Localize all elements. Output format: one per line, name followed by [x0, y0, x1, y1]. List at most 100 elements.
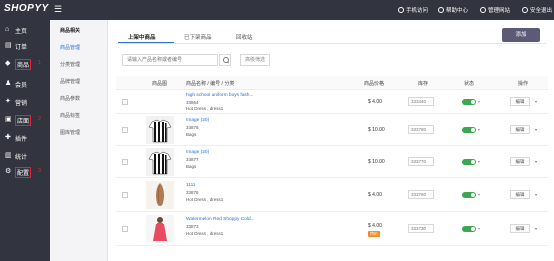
tab-unlisted-products[interactable]: 已下架商品 — [184, 33, 212, 41]
order-icon: ▤ — [5, 42, 12, 49]
chevron-down-icon[interactable]: ▾ — [535, 99, 537, 104]
product-name-link[interactable]: high school uniform boys fash... — [186, 93, 253, 98]
sidebar-item-members[interactable]: ♟ 会员 — [0, 76, 50, 92]
chevron-down-icon[interactable]: ▾ — [535, 159, 537, 164]
product-price: $ 10.00 — [368, 159, 385, 165]
sidebar: ⌂ 主页 ▤ 订单 ◆ 商品 1 ♟ 会员 ✦ 营销 ▣ 店面 2 ✚ 插件 ▥ 统计 ⚙ 配置 3 — [0, 20, 50, 261]
table-row: Image (20) 33878 Bags $ 10.00 333780 ▾ 编… — [116, 114, 548, 146]
status-toggle[interactable] — [462, 226, 476, 232]
phone-icon — [398, 7, 404, 13]
product-id: 33877 — [186, 157, 199, 162]
brand-logo[interactable]: SHOPYY — [4, 3, 49, 14]
sidebar-item-plugins[interactable]: ✚ 插件 — [0, 130, 50, 146]
product-name-link[interactable]: Image (20) — [186, 118, 209, 123]
row-checkbox[interactable] — [122, 159, 128, 165]
row-checkbox[interactable] — [122, 127, 128, 133]
annotation-marker: 2 — [38, 116, 42, 122]
edit-button[interactable]: 编辑 — [510, 190, 530, 199]
manage-site-link[interactable]: 管理网站 — [480, 6, 510, 14]
sidebar-item-label: 统计 — [15, 155, 28, 161]
help-center-label: 帮助中心 — [446, 8, 469, 14]
product-category: Bags — [186, 164, 197, 169]
row-checkbox[interactable] — [122, 192, 128, 198]
table-row: high school uniform boys fash... 33864 H… — [116, 90, 548, 114]
subnav-item-product-params[interactable]: 商品参数 — [60, 95, 80, 102]
product-thumbnail-jersey — [146, 148, 174, 176]
subnav-heading: 商品相关 — [60, 28, 81, 34]
column-header-actions: 操作 — [518, 81, 529, 87]
add-product-button[interactable]: 添加 — [502, 28, 540, 42]
member-icon: ♟ — [5, 80, 12, 87]
product-category: Bags — [186, 132, 197, 137]
tab-recycle-bin[interactable]: 回收站 — [236, 33, 253, 41]
logout-link[interactable]: 安全退出 — [522, 6, 552, 14]
product-category: Hot Dress , dress1 — [186, 197, 224, 202]
sale-badge: 特价 — [368, 231, 380, 237]
chevron-down-icon[interactable]: ▾ — [535, 127, 537, 132]
chevron-down-icon[interactable]: ▾ — [535, 226, 537, 231]
subnav-item-gallery[interactable]: 图库管理 — [60, 129, 80, 136]
subnav-item-category-management[interactable]: 分类管理 — [60, 61, 80, 68]
store-icon: ▣ — [5, 116, 12, 123]
mobile-access-label: 手机访问 — [406, 8, 429, 14]
main-content: 上架中商品 已下架商品 回收站 添加 高级筛选 商品图 商品名称 / 编号 / … — [108, 20, 554, 261]
mobile-access-link[interactable]: 手机访问 — [398, 6, 428, 14]
column-header-status: 状态 — [464, 81, 475, 87]
chevron-down-icon[interactable]: ▾ — [535, 192, 537, 197]
sidebar-item-orders[interactable]: ▤ 订单 — [0, 38, 50, 54]
subnav-item-product-tags[interactable]: 商品标签 — [60, 112, 80, 119]
stock-input[interactable]: 333730 — [408, 224, 434, 233]
chevron-down-icon: ▾ — [478, 226, 481, 231]
product-id: 33873 — [186, 224, 199, 229]
plugin-icon: ✚ — [5, 134, 11, 141]
sidebar-item-label: 配置 — [15, 167, 32, 178]
product-name-link[interactable]: Image (20) — [186, 150, 209, 155]
menu-toggle-icon[interactable]: ☰ — [54, 4, 62, 15]
tabs-divider — [116, 43, 546, 44]
stock-input[interactable]: 333770 — [408, 157, 434, 166]
sidebar-item-marketing[interactable]: ✦ 营销 — [0, 94, 50, 110]
product-id: 33876 — [186, 190, 199, 195]
product-price: $ 4.00 — [368, 99, 382, 105]
advanced-filter-button[interactable]: 高级筛选 — [240, 54, 270, 66]
status-toggle[interactable] — [462, 127, 476, 133]
row-checkbox[interactable] — [122, 99, 128, 105]
stock-input[interactable]: 333780 — [408, 125, 434, 134]
status-toggle[interactable] — [462, 99, 476, 105]
search-icon[interactable] — [219, 54, 231, 66]
sidebar-item-stats[interactable]: ▥ 统计 — [0, 148, 50, 164]
sidebar-item-label: 会员 — [15, 83, 28, 89]
power-icon — [522, 7, 528, 13]
sidebar-item-label: 店面 — [15, 115, 32, 126]
status-toggle[interactable] — [462, 159, 476, 165]
stock-input[interactable]: 333760 — [408, 190, 434, 199]
column-header-name: 商品名称 / 编号 / 分类 — [186, 81, 235, 87]
sub-navigation: 商品相关 商品管理 分类管理 品牌管理 商品参数 商品标签 图库管理 — [50, 20, 108, 261]
edit-button[interactable]: 编辑 — [510, 97, 530, 106]
edit-button[interactable]: 编辑 — [510, 125, 530, 134]
sidebar-item-products[interactable]: ◆ 商品 1 — [0, 56, 50, 72]
help-center-link[interactable]: 帮助中心 — [438, 6, 468, 14]
tab-listed-products[interactable]: 上架中商品 — [128, 33, 156, 41]
subnav-item-brand-management[interactable]: 品牌管理 — [60, 78, 80, 85]
marketing-icon: ✦ — [5, 98, 11, 105]
stock-input[interactable]: 333440 — [408, 97, 434, 106]
subnav-item-product-management[interactable]: 商品管理 — [60, 44, 80, 51]
table-row: 1111 33876 Hot Dress , dress1 $ 4.00 333… — [116, 178, 548, 212]
row-checkbox[interactable] — [122, 226, 128, 232]
table-row: Watermelon Red Shoppy Cold... 33873 Hot … — [116, 212, 548, 246]
product-search-input[interactable] — [122, 54, 218, 66]
product-name-link[interactable]: 1111 — [186, 183, 196, 188]
status-toggle[interactable] — [462, 192, 476, 198]
edit-button[interactable]: 编辑 — [510, 224, 530, 233]
edit-button[interactable]: 编辑 — [510, 157, 530, 166]
product-name-link[interactable]: Watermelon Red Shoppy Cold... — [186, 217, 255, 222]
sidebar-item-settings[interactable]: ⚙ 配置 3 — [0, 164, 50, 180]
sidebar-item-label: 商品 — [15, 59, 32, 70]
sidebar-item-store[interactable]: ▣ 店面 2 — [0, 112, 50, 128]
column-header-price: 商品价格 — [364, 81, 385, 87]
product-price: $ 4.00 — [368, 223, 382, 229]
sidebar-item-home[interactable]: ⌂ 主页 — [0, 22, 50, 38]
home-icon: ⌂ — [5, 26, 10, 33]
product-id: 33878 — [186, 125, 199, 130]
